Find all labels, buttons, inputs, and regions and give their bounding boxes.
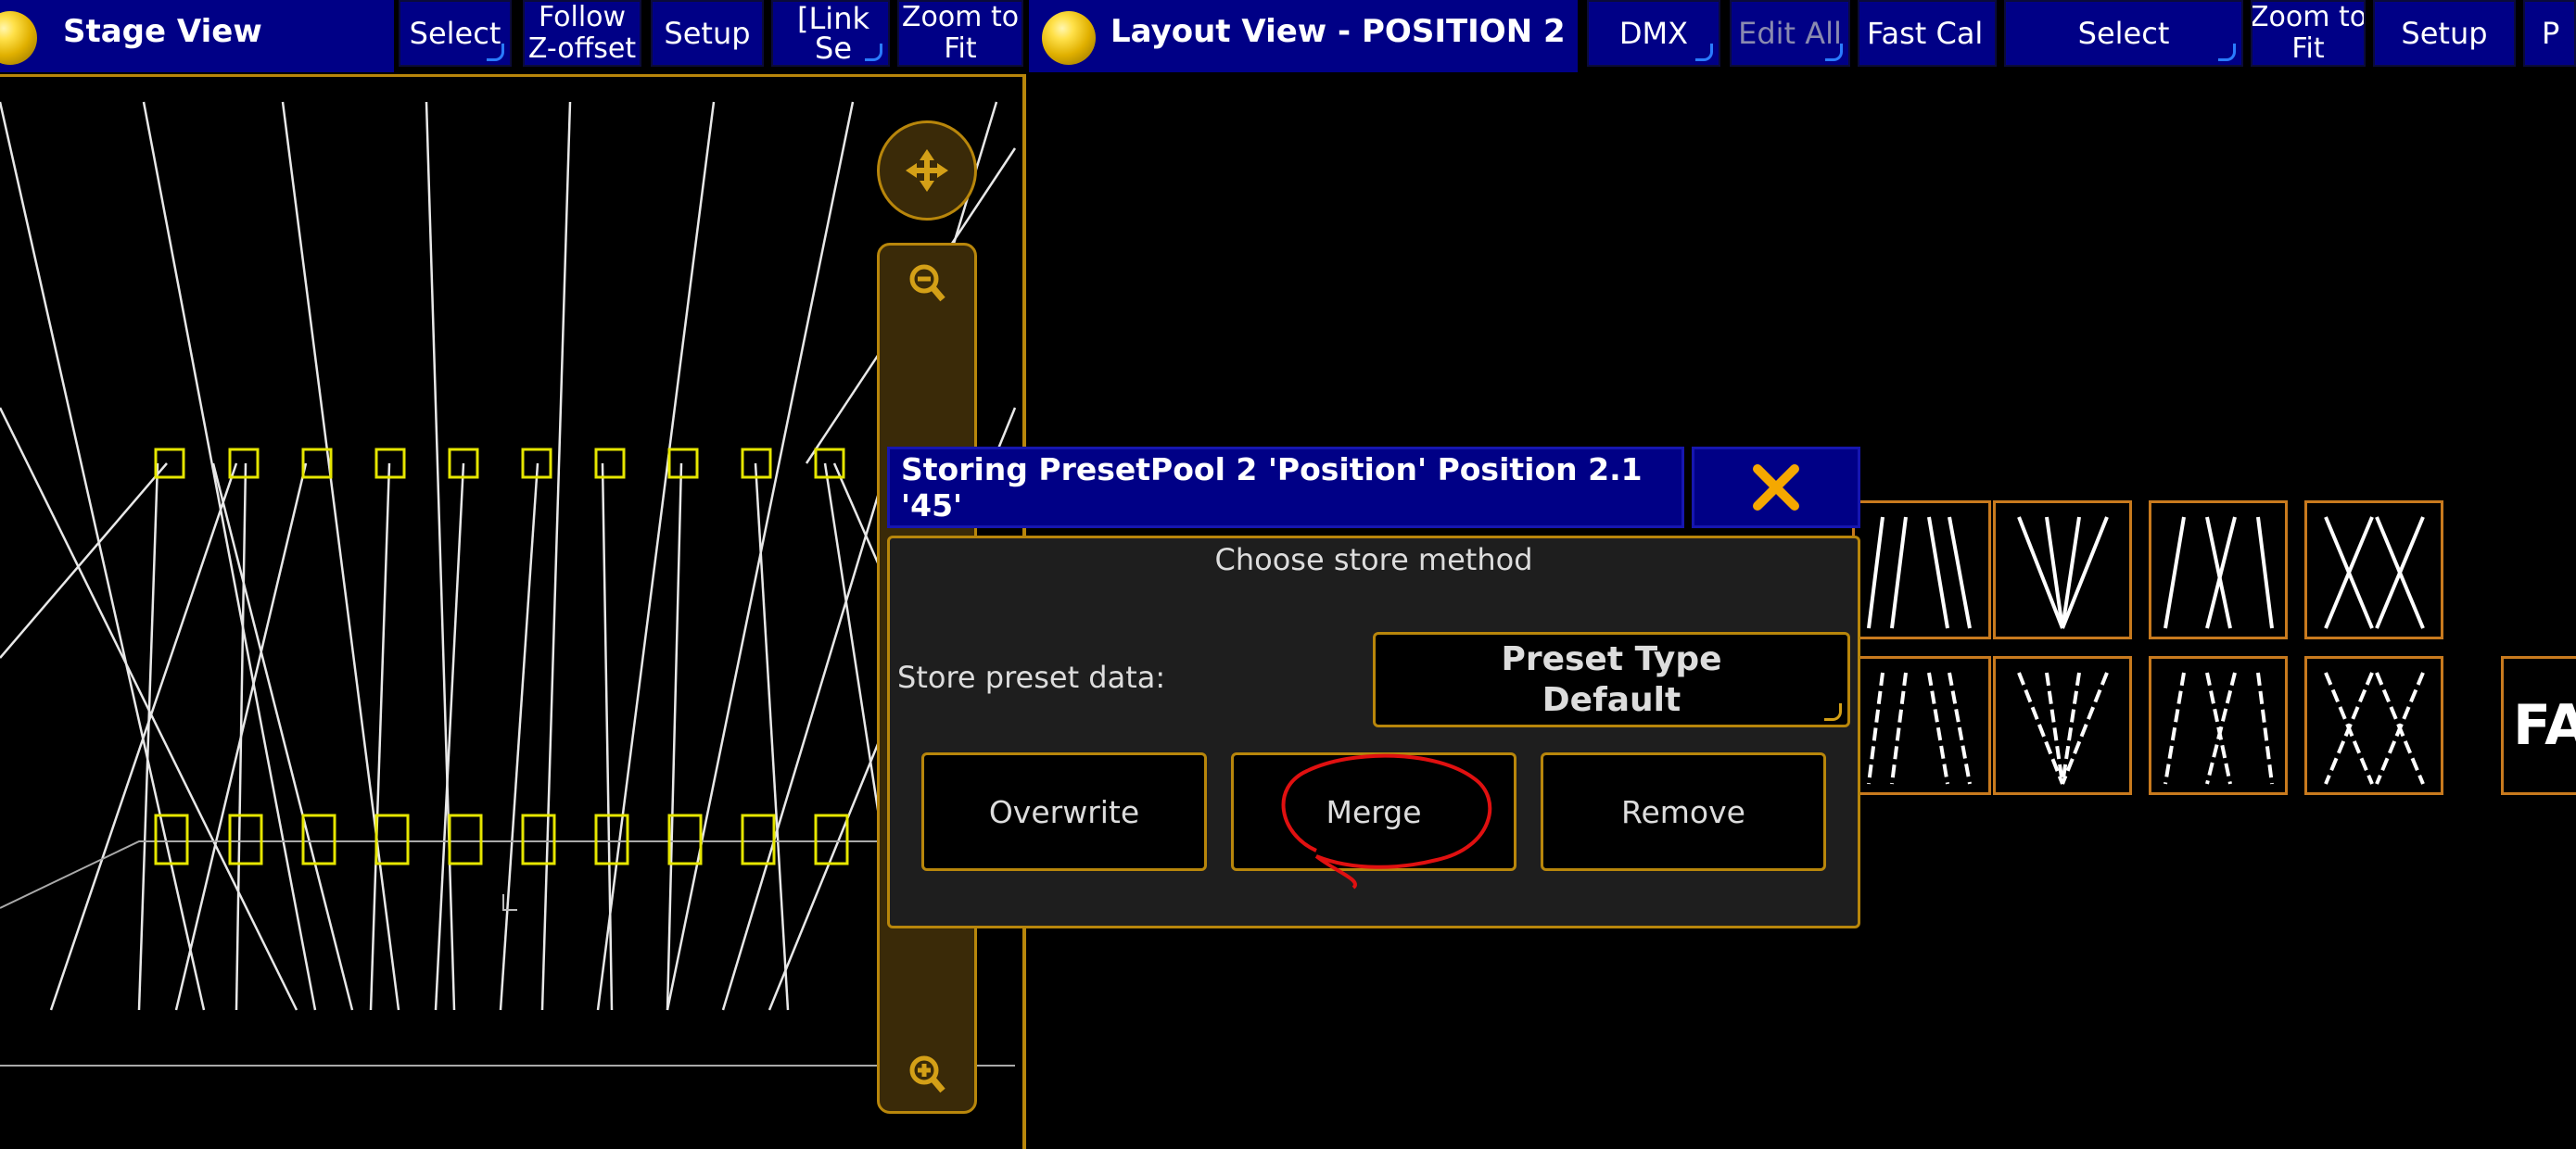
pan-move-button[interactable] xyxy=(877,120,977,221)
layout-view-title: Layout View - POSITION 2 xyxy=(1110,13,1566,50)
move-arrows-icon xyxy=(906,149,948,192)
stage-follow-zoffset-button[interactable]: Follow Z-offset xyxy=(523,0,641,67)
close-button[interactable] xyxy=(1692,447,1860,528)
preset-tile[interactable] xyxy=(2149,500,2288,639)
merge-button[interactable]: Merge xyxy=(1231,752,1516,871)
store-dialog-title: Storing PresetPool 2 'Position' Position… xyxy=(887,447,1684,528)
preset-tile[interactable] xyxy=(1852,656,1991,795)
layout-setup-button[interactable]: Setup xyxy=(2373,0,2516,67)
store-dialog-subtitle: Choose store method xyxy=(1214,542,1533,577)
layout-fast-cal-button[interactable]: Fast Cal xyxy=(1858,0,1997,67)
store-preset-data-label: Store preset data: xyxy=(897,660,1166,695)
zoom-out-icon[interactable] xyxy=(900,257,956,312)
stage-select-button[interactable]: Select xyxy=(399,0,512,67)
preset-tile[interactable] xyxy=(2304,500,2443,639)
layout-edit-all-button[interactable]: Edit All xyxy=(1730,0,1850,67)
preset-tile[interactable] xyxy=(1993,656,2132,795)
stage-setup-button[interactable]: Setup xyxy=(651,0,764,67)
close-icon xyxy=(1753,464,1799,511)
stage-view-title: Stage View xyxy=(63,13,262,50)
fixture-row-bottom[interactable] xyxy=(154,814,849,865)
layout-select-button[interactable]: Select xyxy=(2004,0,2243,67)
preset-tile-partial[interactable]: FA xyxy=(2501,656,2576,795)
preset-tile[interactable] xyxy=(2304,656,2443,795)
preset-tile[interactable] xyxy=(1993,500,2132,639)
layout-dmx-button[interactable]: DMX xyxy=(1587,0,1720,67)
fixture-row-top[interactable] xyxy=(154,448,845,479)
zoom-in-icon[interactable] xyxy=(900,1048,956,1104)
stage-view-canvas[interactable] xyxy=(0,74,1020,1141)
preset-tile[interactable] xyxy=(2149,656,2288,795)
layout-p-button[interactable]: P xyxy=(2523,0,2576,67)
stage-zoom-to-fit-button[interactable]: Zoom to Fit xyxy=(897,0,1023,67)
remove-button[interactable]: Remove xyxy=(1541,752,1826,871)
preset-tile[interactable] xyxy=(1852,500,1991,639)
preset-type-button[interactable]: Preset Type Default xyxy=(1373,632,1850,727)
layout-zoom-to-fit-button[interactable]: Zoom to Fit xyxy=(2251,0,2366,67)
stage-link-selection-button[interactable]: [Link Se xyxy=(771,0,890,67)
overwrite-button[interactable]: Overwrite xyxy=(921,752,1207,871)
layout-view-orb-icon[interactable] xyxy=(1042,11,1096,65)
